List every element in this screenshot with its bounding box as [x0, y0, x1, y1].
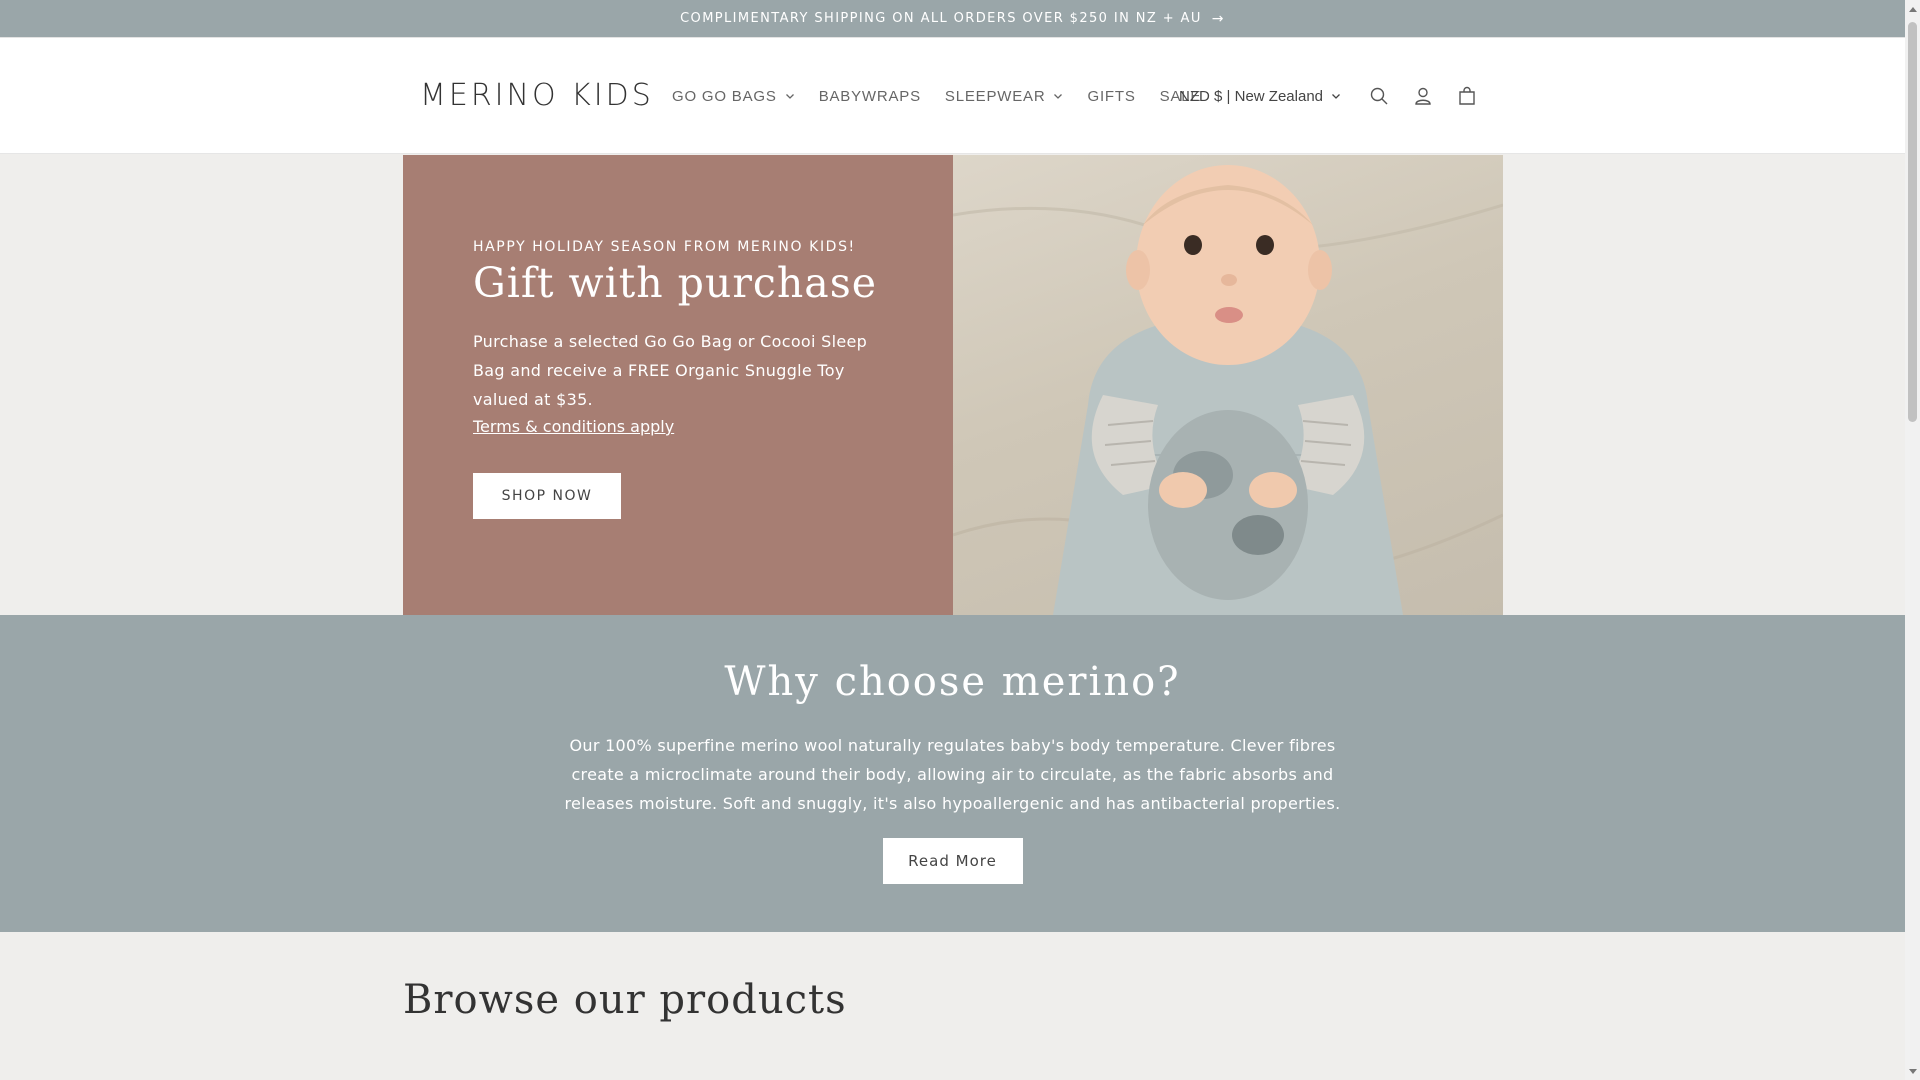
- read-more-button[interactable]: Read More: [882, 838, 1023, 884]
- announcement-text[interactable]: COMPLIMENTARY SHIPPING ON ALL ORDERS OVE…: [680, 11, 1202, 26]
- nav-item-sleepwear[interactable]: SLEEPWEAR: [945, 88, 1064, 105]
- browse-title: Browse our products: [403, 977, 847, 1023]
- baby-photo: [953, 165, 1503, 615]
- hero-kicker: HAPPY HOLIDAY SEASON FROM MERINO KIDS!: [473, 239, 856, 255]
- nav-item-go-go-bags[interactable]: GO GO BAGS: [672, 88, 795, 105]
- scroll-down-icon[interactable]: [1905, 1063, 1920, 1080]
- shop-now-button[interactable]: SHOP NOW: [473, 473, 621, 519]
- scrollbar[interactable]: [1905, 0, 1920, 1080]
- terms-link[interactable]: Terms & conditions apply: [473, 417, 674, 436]
- search-icon: [1370, 87, 1388, 105]
- search-button[interactable]: [1357, 74, 1401, 118]
- hero-description: Purchase a selected Go Go Bag or Cocooi …: [473, 332, 868, 409]
- hero-image: [953, 155, 1503, 615]
- nav-label: GO GO BAGS: [672, 87, 777, 105]
- announcement-bar[interactable]: COMPLIMENTARY SHIPPING ON ALL ORDERS OVE…: [0, 0, 1905, 38]
- hero-title: Gift with purchase: [473, 259, 878, 307]
- scroll-up-icon[interactable]: [1905, 0, 1920, 17]
- logo[interactable]: MERINO KIDS: [420, 78, 654, 113]
- site-header: MERINO KIDS GO GO BAGS BABYWRAPS SLEEPWE…: [0, 38, 1905, 154]
- hero-text-panel: HAPPY HOLIDAY SEASON FROM MERINO KIDS! G…: [403, 155, 953, 615]
- currency-label: NZD $ | New Zealand: [1179, 87, 1323, 105]
- nav-label: BABYWRAPS: [818, 87, 921, 105]
- why-body: Our 100% superfine merino wool naturally…: [564, 736, 1341, 813]
- cart-button[interactable]: [1445, 74, 1489, 118]
- cart-icon: [1459, 86, 1475, 105]
- nav-item-gifts[interactable]: GIFTS: [1087, 88, 1135, 105]
- arrow-right-icon[interactable]: →: [1212, 11, 1225, 27]
- chevron-down-icon: [1054, 94, 1063, 99]
- why-title: Why choose merino?: [724, 659, 1181, 705]
- hero-section: HAPPY HOLIDAY SEASON FROM MERINO KIDS! G…: [0, 155, 1905, 615]
- chevron-down-icon: [1332, 94, 1340, 99]
- currency-selector[interactable]: NZD $ | New Zealand: [1179, 88, 1341, 105]
- main-nav: GO GO BAGS BABYWRAPS SLEEPWEAR GIFTS SAL…: [660, 38, 1213, 154]
- header-actions: NZD $ | New Zealand: [1179, 38, 1489, 154]
- nav-label: GIFTS: [1087, 87, 1136, 105]
- scroll-thumb[interactable]: [1908, 22, 1917, 422]
- nav-label: SLEEPWEAR: [944, 87, 1046, 105]
- browse-section: Browse our products: [0, 932, 1905, 1080]
- nav-item-babywraps[interactable]: BABYWRAPS: [819, 88, 921, 105]
- page: COMPLIMENTARY SHIPPING ON ALL ORDERS OVE…: [0, 0, 1905, 1080]
- chevron-down-icon: [785, 94, 794, 99]
- why-merino-section: Why choose merino? Our 100% superfine me…: [0, 615, 1905, 932]
- account-icon: [1415, 87, 1431, 105]
- account-button[interactable]: [1401, 74, 1445, 118]
